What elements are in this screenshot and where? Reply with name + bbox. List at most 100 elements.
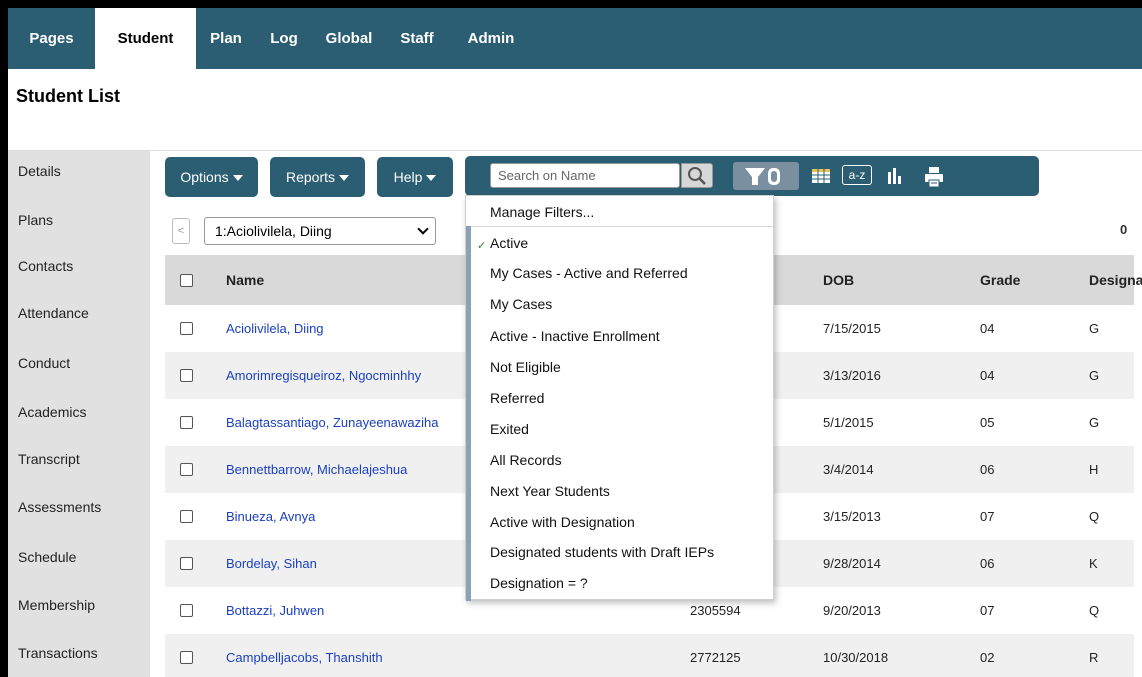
tab-global[interactable]: Global: [314, 8, 384, 69]
search-input[interactable]: [490, 163, 680, 188]
previous-button[interactable]: <: [172, 218, 190, 244]
menu-item-not-eligible[interactable]: Not Eligible: [490, 359, 561, 375]
menu-item-manage-filters[interactable]: Manage Filters...: [490, 204, 594, 220]
row-checkbox[interactable]: [180, 557, 193, 570]
sidebar-item-academics[interactable]: Academics: [18, 404, 86, 420]
student-dob: 9/28/2014: [823, 556, 881, 571]
column-header-designation[interactable]: Designa: [1089, 272, 1142, 288]
reports-button[interactable]: Reports: [270, 157, 365, 197]
menu-stripe: [466, 226, 471, 601]
sort-az-icon: a-z: [848, 168, 866, 182]
menu-item-active[interactable]: Active: [490, 235, 528, 251]
tab-pages[interactable]: Pages: [8, 8, 95, 69]
tab-staff[interactable]: Staff: [388, 8, 446, 69]
sidebar: Details Plans Contacts Attendance Conduc…: [8, 151, 150, 677]
student-grade: 06: [980, 462, 995, 477]
student-designation: R: [1089, 650, 1099, 665]
sidebar-item-plans[interactable]: Plans: [18, 212, 53, 228]
column-header-dob[interactable]: DOB: [823, 272, 854, 288]
student-name-link[interactable]: Balagtassantiago, Zunayeenawaziha: [226, 415, 438, 430]
sidebar-item-details[interactable]: Details: [18, 163, 61, 179]
sidebar-item-transcript[interactable]: Transcript: [18, 451, 80, 467]
row-checkbox[interactable]: [180, 604, 193, 617]
student-dob: 5/1/2015: [823, 415, 874, 430]
menu-item-designation-unknown[interactable]: Designation = ?: [490, 575, 588, 591]
menu-item-my-cases[interactable]: My Cases: [490, 296, 552, 312]
title-bar: Student List: [8, 69, 1142, 151]
grid-icon: [812, 169, 830, 183]
student-designation: H: [1089, 462, 1099, 477]
student-id: 2772125: [690, 650, 741, 665]
student-dob: 3/15/2013: [823, 509, 881, 524]
menu-item-designated-draft-ieps[interactable]: Designated students with Draft IEPs: [490, 544, 714, 560]
chart-button[interactable]: [886, 166, 904, 189]
caret-down-icon: [426, 175, 437, 182]
sidebar-item-schedule[interactable]: Schedule: [18, 549, 76, 565]
check-icon: ✓: [477, 240, 487, 252]
sidebar-item-assessments[interactable]: Assessments: [18, 499, 101, 515]
student-grade: 07: [980, 509, 995, 524]
student-dob: 7/15/2015: [823, 321, 881, 336]
top-nav: Pages Student Plan Log Global Staff Admi…: [8, 8, 1142, 69]
student-name-link[interactable]: Bennettbarrow, Michaelajeshua: [226, 462, 407, 477]
help-button[interactable]: Help: [377, 157, 453, 197]
row-checkbox[interactable]: [180, 463, 193, 476]
column-header-name[interactable]: Name: [226, 272, 264, 288]
page-title: Student List: [16, 86, 120, 106]
chevron-down-icon: [417, 223, 429, 235]
sidebar-item-conduct[interactable]: Conduct: [18, 355, 70, 371]
table-row: Campbelljacobs, Thanshith 2772125 10/30/…: [165, 634, 1134, 677]
tab-plan[interactable]: Plan: [201, 8, 251, 69]
student-select[interactable]: 1:Aciolivilela, Diing: [204, 217, 436, 245]
tab-student[interactable]: Student: [95, 8, 196, 69]
menu-divider: [466, 226, 773, 227]
row-checkbox[interactable]: [180, 651, 193, 664]
caret-down-icon: [232, 175, 243, 182]
student-grade: 05: [980, 415, 995, 430]
student-grade: 04: [980, 368, 995, 383]
column-header-grade[interactable]: Grade: [980, 272, 1020, 288]
row-checkbox[interactable]: [180, 322, 193, 335]
sidebar-item-membership[interactable]: Membership: [18, 597, 95, 613]
tab-admin[interactable]: Admin: [456, 8, 526, 69]
student-name-link[interactable]: Binueza, Avnya: [226, 509, 315, 524]
student-name-link[interactable]: Amorimregisqueiroz, Ngocminhhy: [226, 368, 421, 383]
student-name-link[interactable]: Campbelljacobs, Thanshith: [226, 650, 383, 665]
menu-item-next-year-students[interactable]: Next Year Students: [490, 483, 610, 499]
student-designation: G: [1089, 321, 1100, 336]
menu-item-all-records[interactable]: All Records: [490, 452, 562, 468]
grid-view-button[interactable]: [811, 166, 831, 189]
menu-item-active-with-designation[interactable]: Active with Designation: [490, 514, 635, 530]
caret-down-icon: [339, 175, 350, 182]
menu-item-active-inactive-enrollment[interactable]: Active - Inactive Enrollment: [490, 328, 660, 344]
row-checkbox[interactable]: [180, 416, 193, 429]
student-dob: 10/30/2018: [823, 650, 889, 665]
record-count: 0: [1120, 222, 1128, 237]
options-button[interactable]: Options: [165, 157, 258, 197]
student-name-link[interactable]: Bottazzi, Juhwen: [226, 603, 324, 618]
help-label: Help: [393, 169, 423, 185]
menu-item-my-cases-active-referred[interactable]: My Cases - Active and Referred: [490, 265, 688, 281]
print-button[interactable]: [923, 166, 945, 191]
menu-item-exited[interactable]: Exited: [490, 421, 529, 437]
sidebar-item-contacts[interactable]: Contacts: [18, 258, 73, 274]
sidebar-item-transactions[interactable]: Transactions: [18, 645, 98, 661]
search-button[interactable]: [681, 163, 713, 188]
student-designation: Q: [1089, 509, 1100, 524]
select-all-checkbox[interactable]: [180, 274, 193, 287]
tab-log[interactable]: Log: [262, 8, 306, 69]
student-designation: K: [1089, 556, 1098, 571]
row-checkbox[interactable]: [180, 510, 193, 523]
row-checkbox[interactable]: [180, 369, 193, 382]
student-designation: G: [1089, 368, 1100, 383]
student-name-link[interactable]: Aciolivilela, Diing: [226, 321, 324, 336]
student-grade: 07: [980, 603, 995, 618]
sort-az-button[interactable]: a-z: [842, 165, 872, 185]
student-grade: 04: [980, 321, 995, 336]
sidebar-item-attendance[interactable]: Attendance: [18, 305, 89, 321]
student-dob: 3/4/2014: [823, 462, 874, 477]
student-name-link[interactable]: Bordelay, Sihan: [226, 556, 317, 571]
menu-item-referred[interactable]: Referred: [490, 390, 544, 406]
filter-button[interactable]: [733, 162, 799, 190]
reports-label: Reports: [285, 169, 336, 185]
